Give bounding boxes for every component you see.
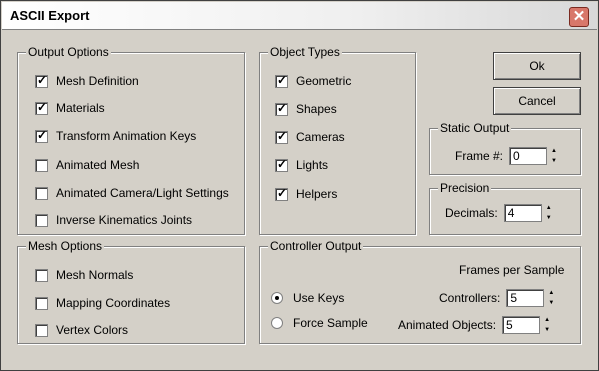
checkbox-box[interactable] (275, 101, 288, 116)
decimals-label: Decimals: (445, 206, 498, 220)
spin-up-icon[interactable]: ▲ (544, 204, 554, 212)
controllers-input[interactable]: 5 (506, 289, 545, 307)
animated-objects-label: Animated Objects: (398, 318, 497, 332)
spin-up-icon[interactable]: ▲ (546, 289, 556, 297)
checkbox-label: Inverse Kinematics Joints (56, 213, 193, 227)
checkbox-box[interactable] (35, 296, 48, 310)
checkbox-label: Geometric (296, 74, 352, 88)
checkbox-label: Transform Animation Keys (56, 129, 197, 143)
close-button[interactable]: ✕ (569, 7, 589, 27)
checkbox-mesh-definition[interactable]: Mesh Definition (35, 73, 139, 88)
dialog-title: ASCII Export (10, 8, 90, 23)
precision-legend: Precision (438, 181, 492, 195)
checkbox-animated-camera-light-settings[interactable]: Animated Camera/Light Settings (35, 186, 229, 200)
checkbox-box[interactable] (35, 323, 48, 337)
object-types-legend: Object Types (268, 45, 342, 59)
output-options-legend: Output Options (26, 45, 111, 59)
checkbox-box[interactable] (275, 157, 288, 172)
animated-objects-spinner-arrows[interactable]: ▲ ▼ (542, 316, 552, 334)
checkbox-animated-mesh[interactable]: Animated Mesh (35, 158, 139, 172)
checkbox-label: Mesh Definition (56, 74, 139, 88)
spin-down-icon[interactable]: ▼ (549, 157, 559, 165)
ok-button[interactable]: Ok (493, 52, 581, 80)
checkbox-box[interactable] (35, 100, 48, 115)
frame-input[interactable]: 0 (509, 147, 548, 165)
checkbox-box[interactable] (35, 73, 48, 88)
checkbox-label: Lights (296, 158, 329, 172)
checkbox-materials[interactable]: Materials (35, 100, 105, 115)
checkbox-box[interactable] (35, 128, 48, 143)
checkbox-inverse-kinematics-joints[interactable]: Inverse Kinematics Joints (35, 213, 192, 227)
checkbox-box[interactable] (275, 129, 288, 144)
close-icon: ✕ (572, 8, 586, 25)
checkbox-box[interactable] (35, 213, 48, 227)
spin-up-icon[interactable]: ▲ (542, 316, 552, 324)
checkbox-lights[interactable]: Lights (275, 157, 329, 172)
spin-up-icon[interactable]: ▲ (549, 147, 559, 155)
spin-down-icon[interactable]: ▼ (544, 214, 554, 222)
decimals-input[interactable]: 4 (503, 204, 542, 222)
checkbox-mesh-normals[interactable]: Mesh Normals (35, 268, 133, 282)
radio-use-keys[interactable]: Use Keys (271, 291, 344, 305)
cancel-button[interactable]: Cancel (493, 87, 581, 115)
frames-per-sample-label: Frames per Sample (459, 263, 565, 277)
spin-down-icon[interactable]: ▼ (546, 299, 556, 307)
radio-button[interactable] (271, 317, 283, 329)
decimals-spinner-arrows[interactable]: ▲ ▼ (544, 204, 554, 222)
controllers-spinner-arrows[interactable]: ▲ ▼ (546, 289, 556, 307)
checkbox-label: Materials (56, 101, 105, 115)
frame-spinner: Frame #: 0 ▲ ▼ (455, 147, 559, 165)
checkbox-helpers[interactable]: Helpers (275, 186, 338, 201)
ascii-export-dialog: ASCII Export ✕ Output Options Mesh Defin… (0, 0, 599, 371)
checkbox-box[interactable] (275, 186, 288, 201)
title-bar[interactable]: ASCII Export ✕ (2, 2, 597, 30)
checkbox-shapes[interactable]: Shapes (275, 101, 337, 116)
static-output-legend: Static Output (438, 121, 512, 135)
checkbox-box[interactable] (35, 268, 48, 282)
checkbox-box[interactable] (35, 158, 48, 172)
radio-label: Use Keys (293, 291, 345, 305)
animated-objects-input[interactable]: 5 (502, 316, 541, 334)
controllers-label: Controllers: (439, 291, 501, 305)
frame-label: Frame #: (455, 149, 504, 163)
animated-objects-spinner: Animated Objects: 5 ▲ ▼ (398, 316, 552, 334)
radio-button[interactable] (271, 292, 283, 304)
checkbox-label: Shapes (296, 102, 337, 116)
radio-force-sample[interactable]: Force Sample (271, 316, 368, 330)
controllers-spinner: Controllers: 5 ▲ ▼ (439, 289, 556, 307)
checkbox-vertex-colors[interactable]: Vertex Colors (35, 323, 128, 337)
spin-down-icon[interactable]: ▼ (542, 326, 552, 334)
checkbox-label: Mesh Normals (56, 268, 134, 282)
mesh-options-legend: Mesh Options (26, 239, 105, 253)
controller-output-legend: Controller Output (268, 239, 364, 253)
checkbox-label: Animated Mesh (56, 158, 140, 172)
checkbox-label: Mapping Coordinates (56, 296, 171, 310)
checkbox-mapping-coordinates[interactable]: Mapping Coordinates (35, 296, 170, 310)
checkbox-label: Animated Camera/Light Settings (56, 186, 229, 200)
frame-spinner-arrows[interactable]: ▲ ▼ (549, 147, 559, 165)
checkbox-label: Vertex Colors (56, 323, 129, 337)
radio-label: Force Sample (293, 316, 368, 330)
checkbox-cameras[interactable]: Cameras (275, 129, 345, 144)
checkbox-label: Cameras (296, 130, 345, 144)
decimals-spinner: Decimals: 4 ▲ ▼ (445, 204, 554, 222)
checkbox-box[interactable] (275, 73, 288, 88)
checkbox-label: Helpers (296, 187, 338, 201)
checkbox-transform-animation-keys[interactable]: Transform Animation Keys (35, 128, 197, 143)
checkbox-box[interactable] (35, 186, 48, 200)
checkbox-geometric[interactable]: Geometric (275, 73, 352, 88)
